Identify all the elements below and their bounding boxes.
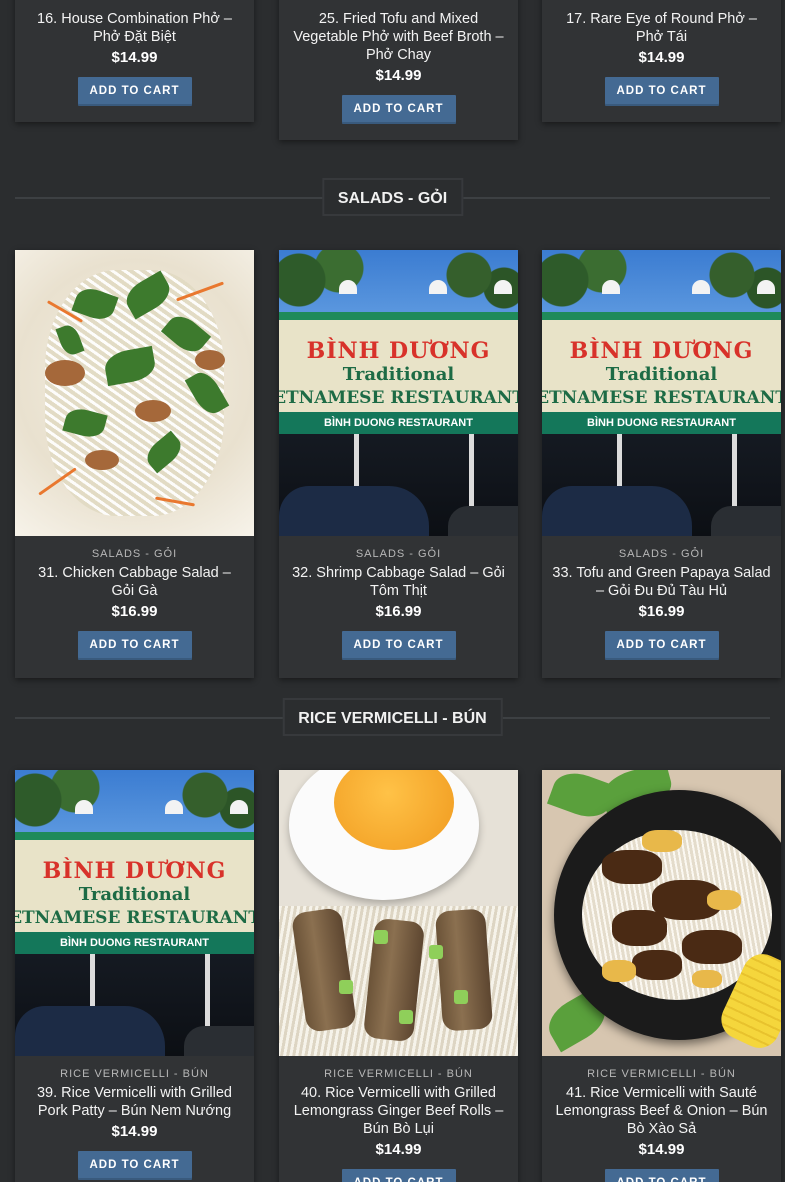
sign-text: Traditional bbox=[605, 364, 718, 385]
section-title: RICE VERMICELLI - BÚN bbox=[282, 698, 503, 736]
product-price: $14.99 bbox=[111, 49, 158, 66]
product-category: RICE VERMICELLI - BÚN bbox=[587, 1068, 736, 1080]
product-title[interactable]: 40. Rice Vermicelli with Grilled Lemongr… bbox=[289, 1084, 508, 1138]
product-category: RICE VERMICELLI - BÚN bbox=[324, 1068, 473, 1080]
product-image-storefront[interactable]: BÌNH DƯƠNG Traditional ETNAMESE RESTAURA… bbox=[279, 250, 518, 536]
sign-text: BÌNH DƯƠNG bbox=[42, 858, 227, 884]
product-card: SALADS - GỎI 31. Chicken Cabbage Salad –… bbox=[15, 250, 254, 678]
product-title[interactable]: 17. Rare Eye of Round Phở – Phở Tái bbox=[552, 10, 771, 46]
product-image-beef-noodle-bowl[interactable] bbox=[542, 770, 781, 1056]
product-image-storefront[interactable]: BÌNH DƯƠNG Traditional ETNAMESE RESTAURA… bbox=[15, 770, 254, 1056]
sign-text: Traditional bbox=[342, 364, 455, 385]
sign-band: BÌNH DUONG RESTAURANT bbox=[279, 412, 518, 434]
product-price: $14.99 bbox=[375, 67, 422, 84]
product-card: BÌNH DƯƠNG Traditional ETNAMESE RESTAURA… bbox=[279, 250, 518, 678]
add-to-cart-button[interactable]: ADD TO CART bbox=[341, 1169, 456, 1182]
sign-text: ETNAMESE RESTAURANT bbox=[279, 388, 518, 408]
product-price: $14.99 bbox=[111, 1123, 158, 1140]
sign-band: BÌNH DUONG RESTAURANT bbox=[15, 932, 254, 954]
sign-text: Traditional bbox=[78, 884, 191, 905]
product-card: BÌNH DƯƠNG Traditional ETNAMESE RESTAURA… bbox=[542, 250, 781, 678]
add-to-cart-button[interactable]: ADD TO CART bbox=[604, 77, 719, 106]
sign-text: ETNAMESE RESTAURANT bbox=[542, 388, 781, 408]
product-card: RICE VERMICELLI - BÚN 41. Rice Vermicell… bbox=[542, 770, 781, 1182]
product-category: RICE VERMICELLI - BÚN bbox=[60, 1068, 209, 1080]
product-title[interactable]: 41. Rice Vermicelli with Sauté Lemongras… bbox=[552, 1084, 771, 1138]
product-category: SALADS - GỎI bbox=[618, 548, 705, 560]
product-price: $14.99 bbox=[375, 1141, 422, 1158]
product-card: 25. Fried Tofu and Mixed Vegetable Phở w… bbox=[279, 0, 518, 140]
product-price: $16.99 bbox=[111, 603, 158, 620]
product-price: $14.99 bbox=[638, 49, 685, 66]
product-title[interactable]: 33. Tofu and Green Papaya Salad – Gỏi Đu… bbox=[552, 564, 771, 600]
product-category: SALADS - GỎI bbox=[355, 548, 442, 560]
product-title[interactable]: 39. Rice Vermicelli with Grilled Pork Pa… bbox=[25, 1084, 244, 1120]
add-to-cart-button[interactable]: ADD TO CART bbox=[77, 1151, 192, 1180]
product-price: $14.99 bbox=[638, 1141, 685, 1158]
section-heading-salads: SALADS - GỎI bbox=[15, 178, 770, 216]
product-price: $16.99 bbox=[638, 603, 685, 620]
add-to-cart-button[interactable]: ADD TO CART bbox=[604, 1169, 719, 1182]
product-card: RICE VERMICELLI - BÚN 40. Rice Vermicell… bbox=[279, 770, 518, 1182]
product-price: $16.99 bbox=[375, 603, 422, 620]
product-card: 17. Rare Eye of Round Phở – Phở Tái $14.… bbox=[542, 0, 781, 122]
product-title[interactable]: 32. Shrimp Cabbage Salad – Gỏi Tôm Thịt bbox=[289, 564, 508, 600]
add-to-cart-button[interactable]: ADD TO CART bbox=[341, 631, 456, 660]
product-title[interactable]: 25. Fried Tofu and Mixed Vegetable Phở w… bbox=[289, 10, 508, 64]
sign-text: BÌNH DƯƠNG bbox=[306, 338, 491, 364]
product-image-storefront[interactable]: BÌNH DƯƠNG Traditional ETNAMESE RESTAURA… bbox=[542, 250, 781, 536]
sign-text: ETNAMESE RESTAURANT bbox=[15, 908, 254, 928]
add-to-cart-button[interactable]: ADD TO CART bbox=[77, 77, 192, 106]
product-category: SALADS - GỎI bbox=[91, 548, 178, 560]
product-image-salad[interactable] bbox=[15, 250, 254, 536]
sign-band: BÌNH DUONG RESTAURANT bbox=[542, 412, 781, 434]
product-card: 16. House Combination Phở – Phở Đặt Biệt… bbox=[15, 0, 254, 122]
section-heading-rice-vermicelli: RICE VERMICELLI - BÚN bbox=[15, 698, 770, 736]
add-to-cart-button[interactable]: ADD TO CART bbox=[77, 631, 192, 660]
product-title[interactable]: 31. Chicken Cabbage Salad – Gỏi Gà bbox=[25, 564, 244, 600]
product-card: BÌNH DƯƠNG Traditional ETNAMESE RESTAURA… bbox=[15, 770, 254, 1182]
add-to-cart-button[interactable]: ADD TO CART bbox=[604, 631, 719, 660]
product-image-grilled-rolls[interactable] bbox=[279, 770, 518, 1056]
product-title[interactable]: 16. House Combination Phở – Phở Đặt Biệt bbox=[25, 10, 244, 46]
add-to-cart-button[interactable]: ADD TO CART bbox=[341, 95, 456, 124]
section-title: SALADS - GỎI bbox=[321, 178, 464, 216]
sign-text: BÌNH DƯƠNG bbox=[569, 338, 754, 364]
